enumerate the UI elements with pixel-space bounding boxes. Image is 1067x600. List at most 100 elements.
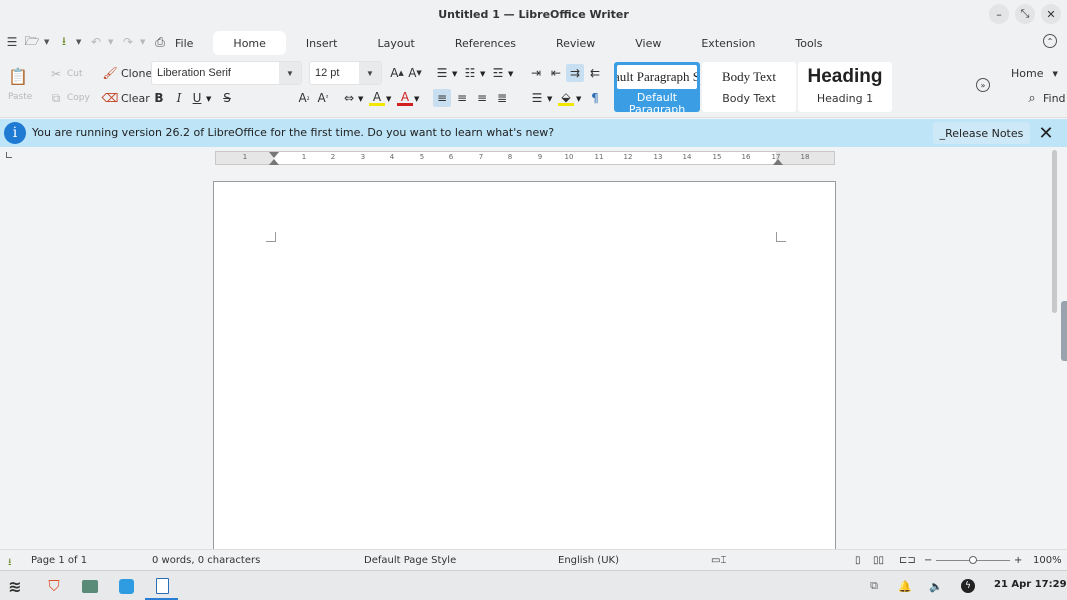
chevron-down-icon[interactable]: ▼ bbox=[279, 62, 301, 84]
zoom-out-icon[interactable]: − bbox=[924, 555, 932, 566]
redo-icon[interactable]: ↷ bbox=[120, 34, 136, 50]
restore-button[interactable]: ⤡ bbox=[1015, 4, 1035, 24]
close-icon[interactable]: ✕ bbox=[1036, 123, 1056, 144]
shrink-font-icon[interactable]: A ▼ bbox=[407, 65, 423, 81]
underline-dropdown-icon[interactable]: ▼ bbox=[206, 95, 211, 103]
brave-browser-icon[interactable]: ⛉ bbox=[44, 576, 64, 596]
font-color-icon[interactable]: A bbox=[397, 90, 413, 106]
save-dropdown-icon[interactable]: ▼ bbox=[76, 38, 84, 46]
bullets-dropdown-icon[interactable]: ▼ bbox=[452, 70, 457, 78]
file-manager-icon[interactable] bbox=[80, 576, 100, 596]
paragraph-background-icon[interactable]: ⬙ bbox=[558, 90, 574, 106]
save-icon[interactable]: ⭳ bbox=[56, 34, 72, 50]
notifications-icon[interactable]: 🔔 bbox=[895, 576, 915, 596]
subscript-icon[interactable]: A₂ bbox=[296, 90, 312, 106]
superscript-icon[interactable]: A² bbox=[315, 90, 331, 106]
minimize-button[interactable]: – bbox=[989, 4, 1009, 24]
clone-button[interactable]: 🖌 Clone bbox=[102, 65, 152, 81]
paste-button[interactable]: 📋 bbox=[8, 67, 28, 86]
tab-stop-selector-icon[interactable] bbox=[6, 152, 12, 158]
word-count[interactable]: 0 words, 0 characters bbox=[152, 555, 260, 566]
character-spacing-icon[interactable]: ⇔ bbox=[341, 90, 357, 106]
undo-icon[interactable]: ↶ bbox=[88, 34, 104, 50]
highlight-icon[interactable]: A bbox=[369, 90, 385, 106]
ltr-direction-icon[interactable]: ⇉ bbox=[566, 64, 584, 82]
book-view-icon[interactable]: ⊏⊐ bbox=[899, 555, 916, 566]
home-dropdown[interactable]: Home ▼ bbox=[1011, 67, 1058, 80]
start-menu-icon[interactable]: ≋ bbox=[5, 576, 25, 596]
zoom-slider[interactable] bbox=[936, 556, 1010, 564]
align-right-icon[interactable]: ≡ bbox=[474, 90, 490, 106]
page-count[interactable]: Page 1 of 1 bbox=[31, 555, 87, 566]
tab-references[interactable]: References bbox=[435, 31, 536, 55]
numbering-icon[interactable]: ☷ bbox=[462, 65, 478, 81]
copy-button[interactable]: ⧉ Copy bbox=[48, 90, 90, 106]
strikethrough-icon[interactable]: S bbox=[219, 90, 235, 106]
close-window-button[interactable]: ✕ bbox=[1041, 4, 1061, 24]
tab-extension[interactable]: Extension bbox=[681, 31, 775, 55]
redo-dropdown-icon[interactable]: ▼ bbox=[140, 38, 148, 46]
style-body-text[interactable]: Body Text Body Text bbox=[702, 62, 796, 112]
tab-tools[interactable]: Tools bbox=[775, 31, 842, 55]
decrease-indent-icon[interactable]: ⇤ bbox=[548, 65, 564, 81]
justify-icon[interactable]: ≣ bbox=[494, 90, 510, 106]
tab-view[interactable]: View bbox=[615, 31, 681, 55]
more-styles-icon[interactable]: » bbox=[976, 78, 990, 92]
rtl-direction-icon[interactable]: ⇇ bbox=[587, 65, 603, 81]
open-dropdown-icon[interactable]: ▼ bbox=[44, 38, 52, 46]
underline-icon[interactable]: U bbox=[189, 90, 205, 106]
tab-file[interactable]: File bbox=[155, 31, 213, 55]
style-heading-1[interactable]: Heading Heading 1 bbox=[798, 62, 892, 112]
cut-button[interactable]: ✂ Cut bbox=[48, 66, 83, 82]
align-center-icon[interactable]: ≡ bbox=[454, 90, 470, 106]
release-notes-button[interactable]: _Release Notes bbox=[933, 122, 1030, 144]
tab-insert[interactable]: Insert bbox=[286, 31, 358, 55]
power-icon[interactable]: ϟ bbox=[958, 576, 978, 596]
insert-mode-icon[interactable]: ▭⌶ bbox=[711, 555, 726, 566]
left-indent-marker[interactable] bbox=[269, 159, 279, 165]
volume-icon[interactable]: 🔈 bbox=[926, 576, 946, 596]
zoom-slider-thumb[interactable] bbox=[969, 556, 977, 564]
single-page-view-icon[interactable]: ▯ bbox=[855, 555, 861, 566]
language[interactable]: English (UK) bbox=[558, 555, 619, 566]
zoom-level[interactable]: 100% bbox=[1033, 555, 1062, 566]
style-default-paragraph[interactable]: Default Paragraph Style Default Paragrap… bbox=[614, 62, 700, 112]
font-name-combo[interactable]: Liberation Serif ▼ bbox=[151, 61, 302, 85]
multi-page-view-icon[interactable]: ▯▯ bbox=[873, 555, 884, 566]
software-store-icon[interactable] bbox=[116, 576, 136, 596]
formatting-marks-icon[interactable]: ¶ bbox=[587, 90, 603, 106]
font-size-combo[interactable]: 12 pt ▼ bbox=[309, 61, 382, 85]
horizontal-ruler[interactable]: 1 1 2 3 4 5 6 7 8 9 10 11 12 13 14 15 16… bbox=[215, 151, 835, 165]
italic-icon[interactable]: I bbox=[171, 90, 187, 106]
chevron-down-icon[interactable]: ▼ bbox=[359, 62, 381, 84]
find-button[interactable]: ⌕ Find bbox=[1024, 90, 1065, 106]
clear-button[interactable]: ⌫ Clear bbox=[102, 90, 150, 106]
scrollbar-thumb[interactable] bbox=[1052, 150, 1057, 313]
collapse-ribbon-icon[interactable]: ⌃ bbox=[1043, 34, 1057, 48]
open-icon[interactable]: 🗁 bbox=[24, 34, 40, 50]
highlight-dropdown-icon[interactable]: ▼ bbox=[386, 95, 391, 103]
writer-app-icon[interactable] bbox=[152, 576, 172, 596]
network-icon[interactable]: ⧉ bbox=[864, 576, 884, 596]
background-dropdown-icon[interactable]: ▼ bbox=[576, 95, 581, 103]
outline-dropdown-icon[interactable]: ▼ bbox=[508, 70, 513, 78]
first-line-indent-marker[interactable] bbox=[269, 152, 279, 158]
menu-icon[interactable]: ☰ bbox=[4, 34, 20, 50]
bullets-icon[interactable]: ☰ bbox=[434, 65, 450, 81]
spacing-dropdown-icon[interactable]: ▼ bbox=[358, 95, 363, 103]
outline-list-icon[interactable]: ☲ bbox=[490, 65, 506, 81]
tab-home[interactable]: Home bbox=[213, 31, 286, 55]
tab-review[interactable]: Review bbox=[536, 31, 615, 55]
undo-dropdown-icon[interactable]: ▼ bbox=[108, 38, 116, 46]
bold-icon[interactable]: B bbox=[151, 90, 167, 106]
line-spacing-dropdown-icon[interactable]: ▼ bbox=[547, 95, 552, 103]
tab-layout[interactable]: Layout bbox=[357, 31, 434, 55]
page-style[interactable]: Default Page Style bbox=[364, 555, 456, 566]
font-color-dropdown-icon[interactable]: ▼ bbox=[414, 95, 419, 103]
vertical-scrollbar[interactable] bbox=[1051, 147, 1059, 549]
line-spacing-icon[interactable]: ☰ bbox=[529, 90, 545, 106]
align-left-icon[interactable]: ≡ bbox=[433, 89, 451, 107]
grow-font-icon[interactable]: A ▲ bbox=[389, 65, 405, 81]
document-page[interactable] bbox=[213, 181, 836, 549]
increase-indent-icon[interactable]: ⇥ bbox=[528, 65, 544, 81]
